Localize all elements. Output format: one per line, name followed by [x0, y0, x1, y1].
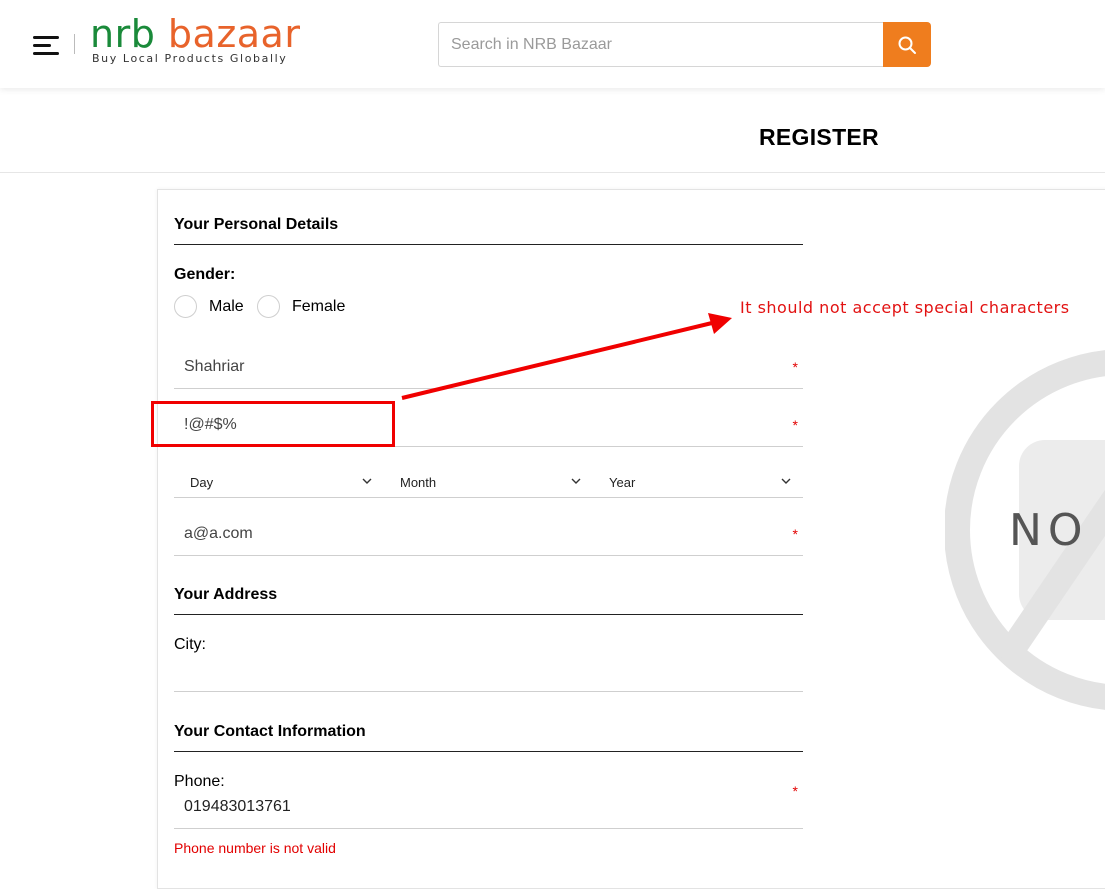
header-divider [74, 34, 75, 54]
phone-value: 019483013761 [184, 798, 291, 815]
gender-female-label: Female [292, 297, 346, 315]
city-field[interactable] [174, 650, 803, 692]
chevron-down-icon [362, 478, 372, 484]
first-name-field[interactable]: Shahriar * [174, 347, 803, 389]
phone-field[interactable]: 019483013761 * [174, 783, 803, 829]
required-marker: * [792, 417, 798, 433]
site-header: nrb bazaar Buy Local Products Globally [0, 0, 1105, 88]
day-select-value: Day [190, 475, 214, 490]
no-image-placeholder: NO [945, 340, 1105, 740]
logo-tagline: Buy Local Products Globally [92, 52, 288, 65]
menu-icon[interactable] [33, 36, 61, 56]
phone-error-message: Phone number is not valid [174, 840, 336, 856]
year-select-value: Year [609, 475, 636, 490]
search-bar [438, 22, 931, 67]
email-value: a@a.com [184, 525, 253, 542]
search-icon [898, 36, 916, 54]
month-select-value: Month [400, 475, 437, 490]
logo-text-bazaar: bazaar [167, 12, 301, 56]
gender-male-radio[interactable]: Male [174, 295, 244, 318]
required-marker: * [792, 783, 798, 799]
site-logo[interactable]: nrb bazaar Buy Local Products Globally [90, 14, 300, 65]
search-input[interactable] [438, 22, 884, 67]
section-contact: Your Contact Information [174, 723, 803, 752]
annotation-highlight-box [151, 401, 395, 447]
chevron-down-icon [781, 478, 791, 484]
radio-circle [257, 295, 280, 318]
section-address: Your Address [174, 586, 803, 615]
page-title: REGISTER [759, 124, 879, 150]
gender-female-radio[interactable]: Female [257, 295, 345, 318]
required-marker: * [792, 526, 798, 542]
month-select[interactable]: Month [400, 475, 584, 490]
gender-label: Gender: [174, 266, 236, 283]
gender-male-label: Male [209, 297, 244, 315]
first-name-value: Shahriar [184, 358, 245, 375]
day-select[interactable]: Day [190, 475, 374, 490]
email-field[interactable]: a@a.com * [174, 514, 803, 556]
chevron-down-icon [571, 478, 581, 484]
date-of-birth-selects: Day Month Year [174, 467, 803, 498]
section-personal-details: Your Personal Details [174, 216, 803, 245]
search-button[interactable] [883, 22, 931, 67]
title-divider [0, 172, 1105, 173]
logo-text-nrb: nrb [90, 12, 156, 56]
year-select[interactable]: Year [609, 475, 793, 490]
required-marker: * [792, 359, 798, 375]
no-image-text: NO [1009, 505, 1089, 556]
annotation-text: It should not accept special characters [740, 298, 1070, 317]
radio-circle [174, 295, 197, 318]
